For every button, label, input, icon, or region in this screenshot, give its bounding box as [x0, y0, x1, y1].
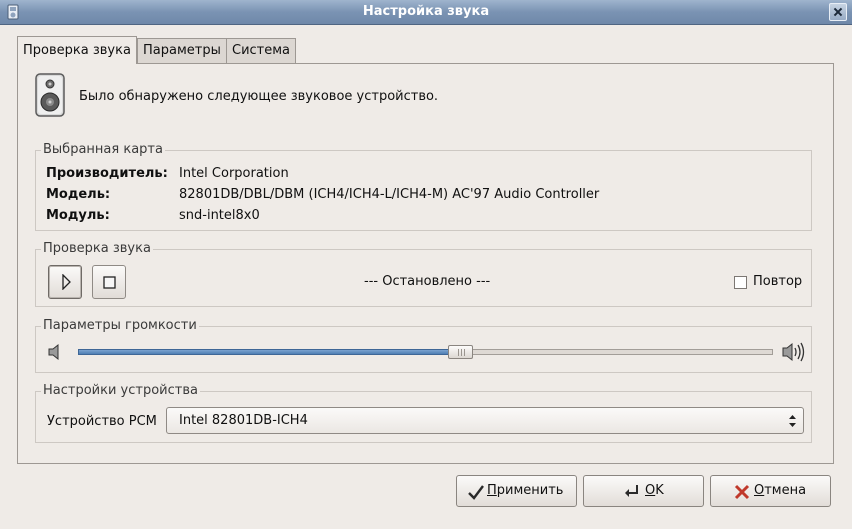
sound-test-label: Проверка звука [41, 241, 153, 256]
module-value: snd-intel8x0 [179, 208, 260, 223]
volume-slider-trough[interactable] [473, 349, 773, 355]
pcm-device-select[interactable]: Intel 82801DB-ICH4 [166, 407, 804, 434]
cross-icon [734, 484, 750, 500]
detected-message: Было обнаружено следующее звуковое устро… [79, 89, 439, 104]
volume-label: Параметры громкости [41, 318, 199, 333]
title-bar: Настройка звука [0, 0, 852, 25]
selected-card-label: Выбранная карта [41, 142, 165, 157]
chevron-updown-icon [789, 415, 796, 427]
model-label: Модель: [46, 187, 111, 202]
volume-low-icon [48, 343, 59, 361]
enter-arrow-icon [625, 485, 638, 497]
playback-status: --- Остановлено --- [364, 274, 491, 289]
tab-system[interactable]: Система [226, 38, 297, 63]
module-label: Модуль: [46, 208, 110, 223]
tab-parameters[interactable]: Параметры [137, 38, 227, 63]
volume-slider-fill [78, 349, 452, 355]
pcm-device-label: Устройство PCM [47, 414, 157, 429]
cancel-button[interactable]: Отмена [710, 475, 831, 507]
repeat-label[interactable]: Повтор [753, 274, 802, 289]
apply-button[interactable]: Применить [456, 475, 577, 507]
vendor-label: Производитель: [46, 166, 168, 181]
ok-button[interactable]: OK [583, 475, 704, 507]
apply-mnemonic: П [487, 483, 497, 498]
ok-mnemonic: O [645, 483, 656, 498]
device-settings-label: Настройки устройства [41, 383, 200, 398]
checkmark-icon [468, 485, 484, 500]
play-icon [62, 274, 71, 290]
model-value: 82801DB/DBL/DBM (ICH4/ICH4-L/ICH4-M) AC'… [179, 187, 600, 202]
volume-high-icon [782, 342, 805, 362]
stop-button[interactable] [92, 265, 126, 299]
stop-icon [103, 276, 116, 289]
tab-sound-test[interactable]: Проверка звука [17, 36, 137, 64]
speaker-device-icon [35, 73, 65, 117]
play-button[interactable] [48, 265, 82, 299]
cancel-mnemonic: О [754, 483, 765, 498]
vendor-value: Intel Corporation [179, 166, 289, 181]
volume-slider-handle[interactable] [448, 345, 473, 359]
window-title: Настройка звука [362, 4, 490, 19]
close-icon[interactable] [829, 3, 847, 21]
pcm-device-value: Intel 82801DB-ICH4 [179, 413, 308, 428]
repeat-checkbox[interactable] [734, 276, 747, 289]
